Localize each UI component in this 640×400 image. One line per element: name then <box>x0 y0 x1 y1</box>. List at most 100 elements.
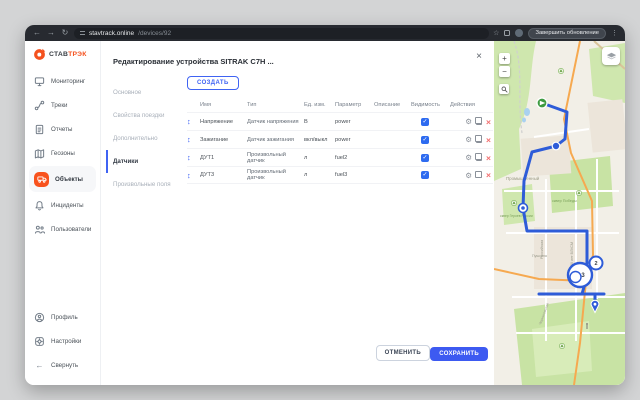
sensor-unit: В <box>304 119 335 125</box>
map-label-park1: сквер Победы <box>552 199 577 203</box>
sensor-unit: л <box>304 172 335 178</box>
extensions-icon[interactable] <box>504 30 510 36</box>
visibility-checkbox[interactable]: ✓ <box>421 118 429 126</box>
sidebar-item-tracks[interactable]: Треки <box>25 93 100 117</box>
sensor-name: ДУТ3 <box>200 172 247 178</box>
delete-icon[interactable]: × <box>486 170 491 180</box>
table-row: ↕ Напряжение Датчик напряжения В power ✓… <box>187 112 493 130</box>
forward-icon[interactable]: → <box>46 25 56 41</box>
create-button[interactable]: СОЗДАТЬ <box>187 76 239 90</box>
zoom-out-button[interactable]: − <box>499 66 510 77</box>
copy-icon[interactable] <box>476 155 482 161</box>
sensor-type: Произвольный датчик <box>247 152 304 164</box>
sensor-unit: вкл/выкл <box>304 137 335 143</box>
finish-update-button[interactable]: Завершить обновление <box>528 28 606 39</box>
map-label-street2: 50 лет ВЛКСМ <box>570 242 574 266</box>
sidebar-item-geozones[interactable]: Геозоны <box>25 141 100 165</box>
layers-icon <box>605 50 618 63</box>
copy-icon[interactable] <box>476 172 482 178</box>
cluster-marker-large[interactable]: 3 <box>568 263 592 287</box>
browser-window: ← → ↻ stavtrack.online/devices/92 ☆ Заве… <box>25 25 625 385</box>
drag-handle-icon[interactable]: ↕ <box>187 153 200 162</box>
search-icon <box>501 86 508 93</box>
settings-icon <box>34 336 45 347</box>
drag-handle-icon[interactable]: ↕ <box>187 135 200 144</box>
collapse-arrow-icon: ← <box>34 361 45 370</box>
url-path: /devices/92 <box>138 30 171 37</box>
tab-additional[interactable]: Дополнительно <box>113 127 185 150</box>
chrome-toolbar: ☆ Завершить обновление ⋮ <box>493 28 618 39</box>
visibility-checkbox[interactable]: ✓ <box>421 136 429 144</box>
svg-text:2: 2 <box>594 261 597 267</box>
tab-sensors[interactable]: Датчики <box>106 150 185 173</box>
sensor-param: power <box>335 119 374 125</box>
stavtrack-logo-icon <box>33 48 46 61</box>
sensor-type: Произвольный датчик <box>247 169 304 181</box>
sensors-table: Имя Тип Ед. изм. Параметр Описание Видим… <box>187 97 493 184</box>
map-search-button[interactable] <box>499 84 509 94</box>
back-icon[interactable]: ← <box>32 25 42 41</box>
address-bar[interactable]: stavtrack.online/devices/92 <box>74 28 489 39</box>
sensor-name: Напряжение <box>200 119 247 125</box>
close-icon[interactable]: × <box>476 51 482 62</box>
sensor-settings-icon[interactable]: ⚙ <box>465 171 472 180</box>
table-header-row: Имя Тип Ед. изм. Параметр Описание Видим… <box>187 97 493 112</box>
table-row: ↕ ДУТ1 Произвольный датчик л fuel2 ✓ ⚙ × <box>187 148 493 166</box>
sidebar-item-users[interactable]: Пользователи <box>25 217 100 241</box>
tracks-icon <box>34 100 45 111</box>
map-canvas: Промышленный сквер Победы сквер Героев Р… <box>494 41 625 385</box>
sensor-param: fuel2 <box>335 155 374 161</box>
sensor-settings-icon[interactable]: ⚙ <box>465 153 472 162</box>
delete-icon[interactable]: × <box>486 117 491 127</box>
logo[interactable]: СТАВТРЭК <box>25 48 100 69</box>
tab-main[interactable]: Основное <box>113 81 185 104</box>
modal-tabs: Основное Свойства поездки Дополнительно … <box>113 81 185 196</box>
sensor-settings-icon[interactable]: ⚙ <box>465 135 472 144</box>
visibility-checkbox[interactable]: ✓ <box>421 171 429 179</box>
modal-title: Редактирование устройства SITRAK C7H ... <box>113 57 274 66</box>
sidebar-item-objects[interactable]: Объекты <box>29 166 96 192</box>
sensor-unit: л <box>304 155 335 161</box>
sidebar-item-collapse[interactable]: ← Свернуть <box>25 353 100 377</box>
sidebar-item-monitoring[interactable]: Мониторинг <box>25 69 100 93</box>
site-info-icon[interactable] <box>80 31 85 35</box>
route-point-marker[interactable] <box>552 142 560 150</box>
sensor-type: Датчик зажигания <box>247 137 304 143</box>
sensor-name: ДУТ1 <box>200 155 247 161</box>
geozones-icon <box>34 148 45 159</box>
copy-icon[interactable] <box>476 119 482 125</box>
bookmark-star-icon[interactable]: ☆ <box>493 29 499 37</box>
save-button[interactable]: СОХРАНИТЬ <box>430 347 488 361</box>
reload-icon[interactable]: ↻ <box>60 25 70 41</box>
cluster-marker-small[interactable]: 2 <box>590 257 603 270</box>
map-panel[interactable]: Промышленный сквер Победы сквер Героев Р… <box>494 41 625 385</box>
drag-handle-icon[interactable]: ↕ <box>187 171 200 180</box>
map-layers-button[interactable] <box>602 47 620 65</box>
sensor-name: Зажигание <box>200 137 247 143</box>
browser-profile-avatar[interactable] <box>515 29 523 37</box>
tab-custom-fields[interactable]: Произвольные поля <box>113 173 185 196</box>
sidebar-item-profile[interactable]: Профиль <box>25 305 100 329</box>
zoom-in-button[interactable]: + <box>499 53 510 64</box>
sidebar: СТАВТРЭК Мониторинг Треки Отчеты Геозоны <box>25 41 101 385</box>
table-row: ↕ ДУТ3 Произвольный датчик л fuel3 ✓ ⚙× <box>187 166 493 184</box>
chrome-menu-icon[interactable]: ⋮ <box>611 29 618 37</box>
url-host: stavtrack.online <box>89 30 134 37</box>
tab-trip-properties[interactable]: Свойства поездки <box>113 104 185 127</box>
sensor-settings-icon[interactable]: ⚙ <box>465 117 472 126</box>
delete-icon[interactable]: × <box>486 135 491 145</box>
sidebar-item-incidents[interactable]: Инциденты <box>25 193 100 217</box>
delete-icon[interactable]: × <box>486 153 491 163</box>
sidebar-item-settings[interactable]: Настройки <box>25 329 100 353</box>
edit-device-modal: Редактирование устройства SITRAK C7H ...… <box>101 41 494 385</box>
route-point-marker[interactable] <box>519 204 528 213</box>
copy-icon[interactable] <box>476 137 482 143</box>
users-icon <box>34 224 45 235</box>
drag-handle-icon[interactable]: ↕ <box>187 117 200 126</box>
visibility-checkbox[interactable]: ✓ <box>421 154 429 162</box>
route-start-marker[interactable] <box>537 98 547 108</box>
browser-chrome: ← → ↻ stavtrack.online/devices/92 ☆ Заве… <box>25 25 625 41</box>
cancel-button[interactable]: ОТМЕНИТЬ <box>376 345 430 361</box>
table-row: ↕ Зажигание Датчик зажигания вкл/выкл po… <box>187 130 493 148</box>
sidebar-item-reports[interactable]: Отчеты <box>25 117 100 141</box>
